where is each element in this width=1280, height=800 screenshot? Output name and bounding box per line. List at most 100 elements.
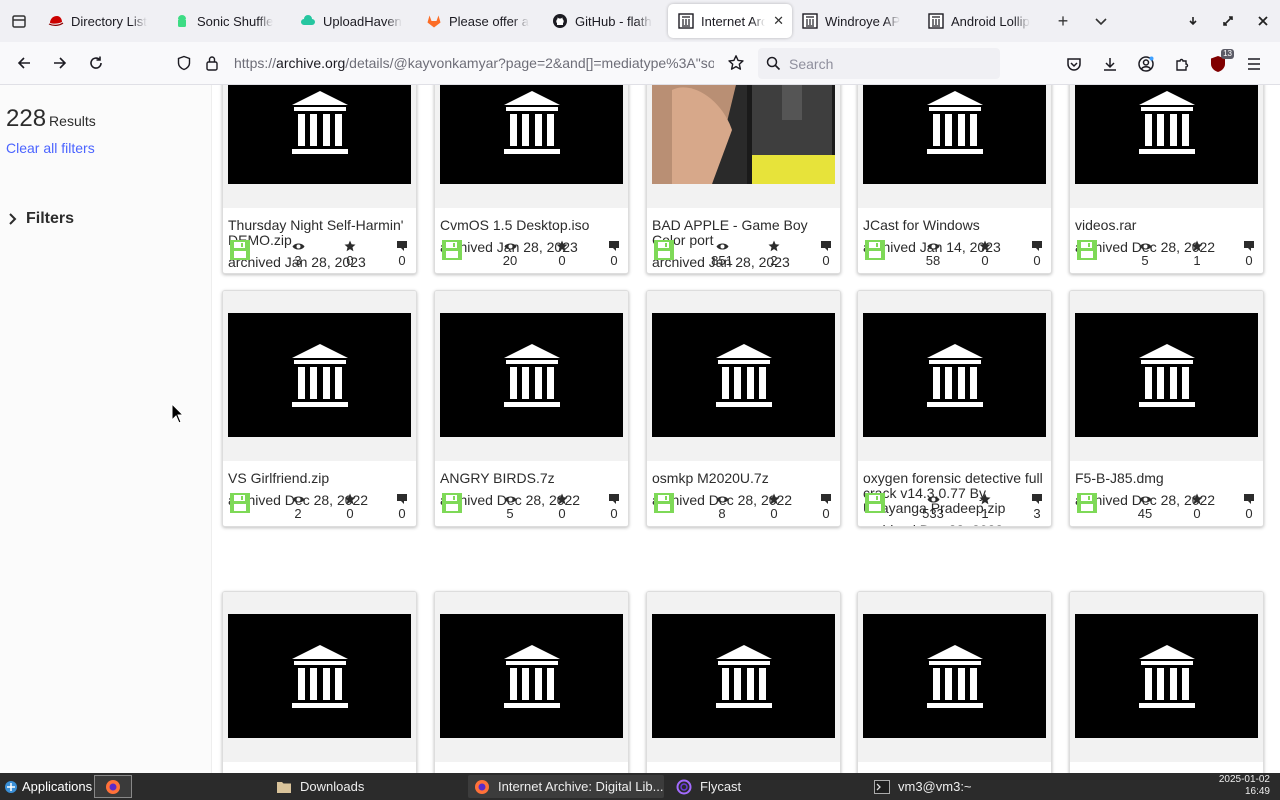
clear-all-filters-link[interactable]: Clear all filters	[6, 140, 95, 156]
item-title[interactable]: osmkp M2020U.7z	[652, 471, 837, 486]
item-card[interactable]: VS Girlfriend.ziparchived Dec 28, 202220…	[222, 290, 417, 527]
tab-3[interactable]: Please offer a	[416, 4, 542, 38]
ublock-badge: 13	[1221, 49, 1234, 59]
item-thumbnail-area[interactable]	[435, 85, 628, 208]
item-thumbnail-area[interactable]	[858, 291, 1051, 461]
item-thumbnail-area[interactable]	[435, 592, 628, 762]
tracking-protection-icon[interactable]	[170, 55, 198, 71]
results-label: Results	[49, 113, 96, 129]
item-card[interactable]: BAD APPLE - Game Boy Color port archived …	[646, 85, 841, 274]
new-tab-button[interactable]: +	[1044, 0, 1082, 42]
bookmark-star-icon[interactable]	[722, 54, 750, 72]
item-thumbnail-area[interactable]	[435, 291, 628, 461]
tab-1[interactable]: Sonic Shuffle	[164, 4, 290, 38]
pocket-button[interactable]	[1056, 46, 1092, 82]
forward-button[interactable]	[42, 45, 78, 81]
filters-toggle[interactable]: Filters	[8, 210, 74, 228]
tab-overview-button[interactable]	[0, 0, 38, 42]
taskbar-task-0[interactable]: Downloads	[270, 775, 460, 798]
item-card[interactable]: TT8618RS v1.5.5.zip	[857, 591, 1052, 773]
tab-6[interactable]: Windroye AP	[792, 4, 918, 38]
tab-title: GitHub - flath	[575, 13, 652, 29]
restore-icon	[1222, 16, 1233, 26]
close-tab-icon[interactable]: ✕	[773, 13, 784, 29]
item-reviews: 0	[806, 239, 840, 268]
item-favorites-count: 0	[346, 253, 354, 268]
item-card[interactable]: JCast for Windowsarchived Jan 14, 202358…	[857, 85, 1052, 274]
minimize-button[interactable]	[1175, 0, 1210, 42]
item-thumbnail-area[interactable]	[647, 592, 840, 762]
item-views: 851	[702, 239, 742, 268]
app-menu-button[interactable]	[1236, 46, 1272, 82]
item-title[interactable]: VS Girlfriend.zip	[228, 471, 413, 486]
comment-icon	[1229, 492, 1263, 506]
item-thumbnail-area[interactable]	[647, 85, 840, 208]
account-button[interactable]	[1128, 46, 1164, 82]
restore-button[interactable]	[1210, 0, 1245, 42]
item-title[interactable]: videos.rar	[1075, 218, 1260, 233]
search-input[interactable]: Search	[758, 48, 1000, 79]
item-title[interactable]: JCast for Windows	[863, 218, 1048, 233]
star-icon	[330, 239, 370, 253]
taskbar-task-3[interactable]: vm3@vm3:~	[868, 775, 1064, 798]
item-card[interactable]: Motorola.zip	[222, 591, 417, 773]
item-views-count: 20	[502, 253, 518, 268]
item-views-count: 45	[1137, 506, 1153, 521]
redhat-icon	[48, 13, 64, 29]
item-card[interactable]: TT6518RS v1.5.5.zip	[1069, 591, 1264, 773]
item-title[interactable]: ANGRY BIRDS.7z	[440, 471, 625, 486]
item-title[interactable]: F5-B-J85.dmg	[1075, 471, 1260, 486]
item-card[interactable]: Thursday Night Self-Harmin' DEMO.zip arch…	[222, 85, 417, 274]
taskbar-task-1[interactable]: Internet Archive: Digital Lib...	[468, 775, 664, 798]
downloads-button[interactable]	[1092, 46, 1128, 82]
item-thumbnail-photo	[652, 85, 835, 184]
item-card[interactable]: osmkp M2020U.7zarchived Dec 28, 2022800	[646, 290, 841, 527]
item-card[interactable]: CvmOS 1.5 Desktop.isoarchived Jan 28, 20…	[434, 85, 629, 274]
ublock-button[interactable]: 13	[1200, 46, 1236, 82]
eye-icon	[913, 239, 953, 253]
item-views-count: 533	[922, 506, 944, 521]
tab-5[interactable]: Internet Arc ✕	[668, 4, 792, 38]
item-thumbnail-area[interactable]	[858, 85, 1051, 208]
tab-0[interactable]: Directory List	[38, 4, 164, 38]
archive-building-icon	[863, 614, 1046, 738]
item-archived-date: archived Dec 28, 2022	[863, 522, 1003, 526]
extensions-button[interactable]	[1164, 46, 1200, 82]
cloud-icon	[300, 13, 316, 29]
item-thumbnail-area[interactable]	[1070, 592, 1263, 762]
item-thumbnail-area[interactable]	[223, 291, 416, 461]
item-card[interactable]: ANGRY BIRDS.7zarchived Dec 28, 2022500	[434, 290, 629, 527]
item-title[interactable]: CvmOS 1.5 Desktop.iso	[440, 218, 625, 233]
close-window-button[interactable]	[1245, 0, 1280, 42]
item-card[interactable]: Passware Kit Forensic 2017	[434, 591, 629, 773]
item-thumbnail-area[interactable]	[223, 592, 416, 762]
item-thumbnail-area[interactable]	[647, 291, 840, 461]
item-thumbnail-area[interactable]	[858, 592, 1051, 762]
item-stats: 851 2 0	[647, 239, 840, 269]
item-card[interactable]: oxygen forensic detective full crack v14…	[857, 290, 1052, 527]
item-thumbnail-area[interactable]	[1070, 85, 1263, 208]
item-views: 58	[913, 239, 953, 268]
clock[interactable]: 2025-01-02 16:49	[1219, 774, 1270, 798]
tab-4[interactable]: GitHub - flath	[542, 4, 668, 38]
url-text[interactable]: https://archive.org/details/@kayvonkamya…	[234, 55, 714, 71]
item-reviews: 0	[1017, 239, 1051, 268]
item-card[interactable]: videos.rararchived Dec 28, 2022510	[1069, 85, 1264, 274]
arrow-right-icon	[54, 57, 67, 69]
url-bar[interactable]: https://archive.org/details/@kayvonkamya…	[170, 47, 750, 79]
firefox-launcher[interactable]	[94, 775, 132, 798]
item-thumbnail-area[interactable]	[223, 85, 416, 208]
tab-2[interactable]: UploadHaven	[290, 4, 416, 38]
taskbar-task-2[interactable]: Flycast	[670, 775, 862, 798]
item-thumbnail-area[interactable]	[1070, 291, 1263, 461]
reload-button[interactable]	[78, 45, 114, 81]
applications-menu-button[interactable]: Applications	[0, 773, 96, 800]
back-button[interactable]	[6, 45, 42, 81]
item-card[interactable]: MOBILeditForensicExpress7	[646, 591, 841, 773]
lock-icon[interactable]	[198, 55, 226, 71]
item-favorites-count: 0	[558, 506, 566, 521]
tab-7[interactable]: Android Lollip	[918, 4, 1044, 38]
item-card[interactable]: F5-B-J85.dmgarchived Dec 28, 20224500	[1069, 290, 1264, 527]
filters-label: Filters	[26, 210, 75, 227]
list-all-tabs-button[interactable]	[1082, 0, 1120, 42]
